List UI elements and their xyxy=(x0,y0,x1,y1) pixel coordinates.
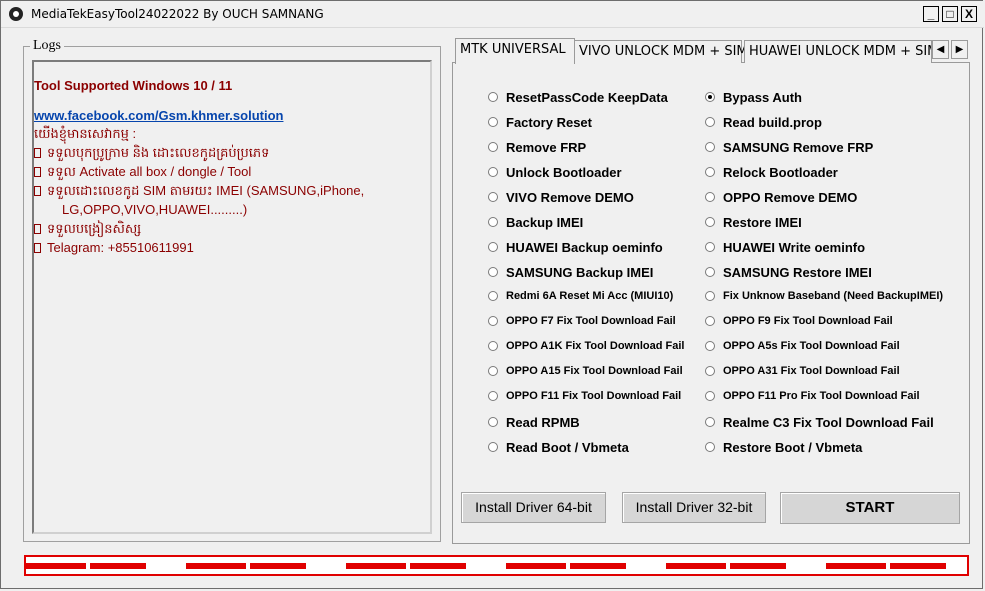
maximize-button[interactable]: □ xyxy=(942,6,958,22)
log-line-facebook-link[interactable]: www.facebook.com/Gsm.khmer.solution xyxy=(34,108,283,123)
option-reset-passcode[interactable]: ResetPassCode KeepData xyxy=(506,90,668,105)
radio-read-rpmb[interactable] xyxy=(488,417,498,427)
option-samsung-backup-imei[interactable]: SAMSUNG Backup IMEI xyxy=(506,265,653,280)
option-relock-bootloader[interactable]: Relock Bootloader xyxy=(723,165,838,180)
service-2-text: ទទួល Activate all box / dongle / Tool xyxy=(47,164,252,179)
bullet-icon xyxy=(34,186,41,196)
radio-oppo-a5s-fix[interactable] xyxy=(705,341,715,351)
radio-factory-reset[interactable] xyxy=(488,117,498,127)
radio-vivo-remove-demo[interactable] xyxy=(488,192,498,202)
install-driver-64-button[interactable]: Install Driver 64-bit xyxy=(461,492,606,523)
radio-oppo-a1k-fix[interactable] xyxy=(488,341,498,351)
option-oppo-a31-fix[interactable]: OPPO A31 Fix Tool Download Fail xyxy=(723,365,900,377)
option-restore-imei[interactable]: Restore IMEI xyxy=(723,215,802,230)
title-bar[interactable]: MediaTekEasyTool24022022 By OUCH SAMNANG… xyxy=(1,1,984,28)
bullet-icon xyxy=(34,167,41,177)
radio-backup-imei[interactable] xyxy=(488,217,498,227)
radio-huawei-write-oeminfo[interactable] xyxy=(705,242,715,252)
radio-restore-boot-vbmeta[interactable] xyxy=(705,442,715,452)
radio-read-build-prop[interactable] xyxy=(705,117,715,127)
option-oppo-f7-fix[interactable]: OPPO F7 Fix Tool Download Fail xyxy=(506,315,676,327)
option-backup-imei[interactable]: Backup IMEI xyxy=(506,215,583,230)
tab-huawei-unlock[interactable]: HUAWEI UNLOCK MDM + SIM xyxy=(744,40,932,63)
tab-scroll-right-icon[interactable]: ▶ xyxy=(951,40,968,59)
option-samsung-remove-frp[interactable]: SAMSUNG Remove FRP xyxy=(723,140,873,155)
log-line-service-1: ទទួលបុកប្រូក្រាម និង ដោះលេខកូដគ្រប់ប្រភេ… xyxy=(34,145,269,164)
option-restore-boot-vbmeta[interactable]: Restore Boot / Vbmeta xyxy=(723,440,862,455)
service-1-text: ទទួលបុកប្រូក្រាម និង ដោះលេខកូដគ្រប់ប្រភេ… xyxy=(47,145,270,160)
radio-bypass-auth[interactable] xyxy=(705,92,715,102)
option-oppo-f11-fix[interactable]: OPPO F11 Fix Tool Download Fail xyxy=(506,390,681,402)
radio-samsung-restore-imei[interactable] xyxy=(705,267,715,277)
minimize-button[interactable]: _ xyxy=(923,6,939,22)
radio-relock-bootloader[interactable] xyxy=(705,167,715,177)
start-button[interactable]: START xyxy=(780,492,960,524)
close-button[interactable]: X xyxy=(961,6,977,22)
install-driver-32-button[interactable]: Install Driver 32-bit xyxy=(622,492,766,523)
radio-restore-imei[interactable] xyxy=(705,217,715,227)
option-unlock-bootloader[interactable]: Unlock Bootloader xyxy=(506,165,622,180)
option-samsung-restore-imei[interactable]: SAMSUNG Restore IMEI xyxy=(723,265,872,280)
radio-redmi-6a-reset[interactable] xyxy=(488,291,498,301)
logs-legend: Logs xyxy=(30,38,64,54)
radio-unlock-bootloader[interactable] xyxy=(488,167,498,177)
progress-fill xyxy=(26,563,967,569)
tab-panel xyxy=(452,62,970,544)
bullet-icon xyxy=(34,148,41,158)
radio-oppo-f11-fix[interactable] xyxy=(488,391,498,401)
option-realme-c3-fix[interactable]: Realme C3 Fix Tool Download Fail xyxy=(723,415,934,430)
option-oppo-f9-fix[interactable]: OPPO F9 Fix Tool Download Fail xyxy=(723,315,893,327)
service-3-text: ទទួលដោះលេខកូដ SIM តាមរយះ IMEI (SAMSUNG,i… xyxy=(47,183,365,198)
radio-oppo-remove-demo[interactable] xyxy=(705,192,715,202)
option-oppo-a1k-fix[interactable]: OPPO A1K Fix Tool Download Fail xyxy=(506,340,684,352)
radio-oppo-f9-fix[interactable] xyxy=(705,316,715,326)
log-line-supported: Tool Supported Windows 10 / 11 xyxy=(34,78,233,93)
radio-realme-c3-fix[interactable] xyxy=(705,417,715,427)
telegram-text: Telagram: +85510611991 xyxy=(47,240,194,255)
option-fix-unknow-baseband[interactable]: Fix Unknow Baseband (Need BackupIMEI) xyxy=(723,290,943,302)
tab-vivo-unlock[interactable]: VIVO UNLOCK MDM + SIM xyxy=(574,40,748,63)
log-line-service-4: ទទួលបង្រៀនសិស្ស xyxy=(34,221,141,240)
radio-oppo-f11-pro-fix[interactable] xyxy=(705,391,715,401)
option-vivo-remove-demo[interactable]: VIVO Remove DEMO xyxy=(506,190,634,205)
option-huawei-backup-oeminfo[interactable]: HUAWEI Backup oeminfo xyxy=(506,240,663,255)
option-oppo-a15-fix[interactable]: OPPO A15 Fix Tool Download Fail xyxy=(506,365,683,377)
progress-bar xyxy=(24,555,969,576)
log-line-service-2: ទទួល Activate all box / dongle / Tool xyxy=(34,164,251,183)
log-line-service-3: ទទួលដោះលេខកូដ SIM តាមរយះ IMEI (SAMSUNG,i… xyxy=(34,183,364,202)
option-bypass-auth[interactable]: Bypass Auth xyxy=(723,90,802,105)
window-title: MediaTekEasyTool24022022 By OUCH SAMNANG xyxy=(31,7,324,21)
radio-oppo-a31-fix[interactable] xyxy=(705,366,715,376)
option-oppo-a5s-fix[interactable]: OPPO A5s Fix Tool Download Fail xyxy=(723,340,900,352)
radio-read-boot-vbmeta[interactable] xyxy=(488,442,498,452)
option-factory-reset[interactable]: Factory Reset xyxy=(506,115,592,130)
facebook-link[interactable]: www.facebook.com/Gsm.khmer.solution xyxy=(34,108,283,123)
radio-oppo-a15-fix[interactable] xyxy=(488,366,498,376)
radio-remove-frp[interactable] xyxy=(488,142,498,152)
option-read-boot-vbmeta[interactable]: Read Boot / Vbmeta xyxy=(506,440,629,455)
radio-fix-unknow-baseband[interactable] xyxy=(705,291,715,301)
radio-samsung-backup-imei[interactable] xyxy=(488,267,498,277)
radio-huawei-backup-oeminfo[interactable] xyxy=(488,242,498,252)
log-line-service-3-cont: LG,OPPO,VIVO,HUAWEI.........) xyxy=(62,202,248,217)
service-4-text: ទទួលបង្រៀនសិស្ស xyxy=(47,221,142,236)
option-redmi-6a-reset[interactable]: Redmi 6A Reset Mi Acc (MIUI10) xyxy=(506,290,673,302)
option-remove-frp[interactable]: Remove FRP xyxy=(506,140,586,155)
bullet-icon xyxy=(34,224,41,234)
option-oppo-f11-pro-fix[interactable]: OPPO F11 Pro Fix Tool Download Fail xyxy=(723,390,920,402)
radio-reset-passcode[interactable] xyxy=(488,92,498,102)
bullet-icon xyxy=(34,243,41,253)
option-read-rpmb[interactable]: Read RPMB xyxy=(506,415,580,430)
option-oppo-remove-demo[interactable]: OPPO Remove DEMO xyxy=(723,190,857,205)
app-icon xyxy=(9,7,23,21)
radio-oppo-f7-fix[interactable] xyxy=(488,316,498,326)
option-read-build-prop[interactable]: Read build.prop xyxy=(723,115,822,130)
radio-samsung-remove-frp[interactable] xyxy=(705,142,715,152)
tab-scroll-left-icon[interactable]: ◀ xyxy=(932,40,949,59)
tab-mtk-universal[interactable]: MTK UNIVERSAL xyxy=(455,38,575,64)
log-line-services-heading: យើងខ្ញុំមានសេវាកម្ម : xyxy=(34,126,137,141)
log-line-telegram: Telagram: +85510611991 xyxy=(34,240,194,255)
option-huawei-write-oeminfo[interactable]: HUAWEI Write oeminfo xyxy=(723,240,865,255)
